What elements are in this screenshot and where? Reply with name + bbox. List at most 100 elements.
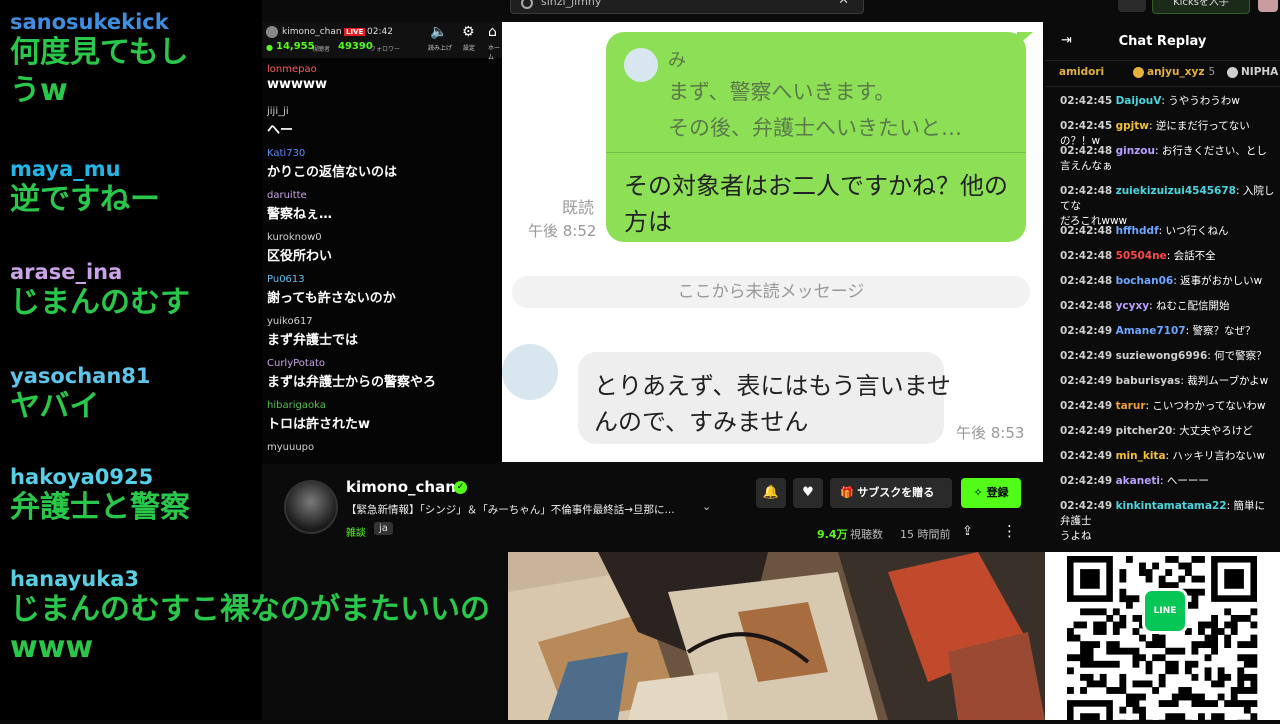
qr-module — [1087, 654, 1094, 661]
chat-replay-message: 02:42:49 akaneti: へーーー — [1060, 474, 1275, 489]
qr-module — [1093, 622, 1100, 629]
chat-replay-message: 02:42:49 kinkintamatama22: 簡単に弁護士うよね — [1060, 499, 1275, 544]
chat-replay-username[interactable]: 50504ne — [1116, 250, 1167, 262]
gift-subscription-button[interactable]: 🎁 サブスクを贈る — [830, 478, 952, 508]
kicks-button[interactable]: Kicksを入手 — [1152, 0, 1250, 14]
chat-replay-panel: ⇥ Chat Replay amidorianjyu_xyz5NIPHA 02:… — [1045, 22, 1280, 552]
qr-module — [1087, 680, 1094, 687]
search-bar[interactable]: sinzi_jimny ✕ — [510, 0, 864, 14]
chat-replay-username[interactable]: zuiekizuizui4545678 — [1116, 185, 1236, 197]
top-gifter[interactable]: amidori — [1059, 66, 1104, 78]
embedded-chat-text: まずは弁護士からの警察やろ — [267, 371, 436, 390]
qr-module — [1224, 674, 1231, 681]
chat-replay-text: いつ行くねん — [1166, 225, 1229, 237]
qr-module — [1126, 700, 1133, 707]
qr-module — [1211, 635, 1218, 642]
chat-replay-message: 02:42:48 50504ne: 会話不全 — [1060, 249, 1275, 264]
embedded-chat-message: myuuupo — [267, 442, 314, 455]
expand-title-icon[interactable]: ⌄ — [702, 500, 711, 513]
channel-name[interactable]: kimono_chan — [346, 478, 456, 496]
qr-module — [1119, 622, 1126, 629]
qr-module — [1224, 700, 1231, 707]
qr-module — [1211, 713, 1218, 720]
embedded-chat-username: kuroknow0 — [267, 232, 332, 243]
embedded-chat-username: CurlyPotato — [267, 358, 436, 369]
chat-replay-title: Chat Replay — [1045, 34, 1280, 49]
speaker-icon[interactable]: 🔈 — [430, 24, 447, 40]
qr-module — [1165, 713, 1172, 720]
top-gifter[interactable]: anjyu_xyz5 — [1133, 66, 1215, 78]
chat-replay-text: 何で警察？ — [1214, 350, 1267, 362]
overlay-chat-username: maya_mu — [10, 157, 160, 181]
like-button[interactable]: ♥ — [793, 478, 823, 508]
chat-replay-username[interactable]: suziewong6996 — [1116, 350, 1208, 362]
qr-module — [1139, 654, 1146, 661]
qr-module — [1250, 680, 1257, 687]
chat-replay-username[interactable]: bochan06 — [1116, 275, 1174, 287]
qr-module — [1113, 608, 1120, 615]
line-logo-text: LINE — [1154, 606, 1177, 616]
chat-replay-timestamp: 02:42:49 — [1060, 475, 1112, 487]
share-icon[interactable]: ⇪ — [962, 524, 973, 539]
chat-replay-username[interactable]: ginzou — [1116, 145, 1155, 157]
clear-icon[interactable]: ✕ — [838, 0, 849, 8]
home-icon[interactable]: ⌂ — [488, 24, 497, 40]
overlay-chat-username: hanayuka3 — [10, 567, 490, 591]
qr-module — [1211, 641, 1218, 648]
search-input[interactable]: sinzi_jimny — [541, 0, 601, 8]
line-logo-badge: LINE — [1142, 588, 1188, 634]
qr-module — [1237, 654, 1244, 661]
chat-replay-text: 会話不全 — [1174, 250, 1216, 262]
gifter-badge-icon — [1133, 67, 1144, 78]
gifters-divider — [1045, 86, 1280, 87]
chat-replay-username[interactable]: DaijouV — [1116, 95, 1162, 107]
chat-replay-username[interactable]: hffhddf — [1116, 225, 1159, 237]
qr-module — [1093, 661, 1100, 668]
menu-button[interactable] — [1118, 0, 1146, 12]
language-tag[interactable]: ja — [374, 522, 393, 535]
qr-module — [1244, 707, 1251, 714]
embedded-chat-username: lonmepao — [267, 64, 327, 75]
chat-replay-timestamp: 02:42:48 — [1060, 275, 1112, 287]
chat-replay-username[interactable]: gpjtw — [1116, 120, 1149, 132]
qr-module — [1087, 641, 1094, 648]
chat-replay-message: 02:42:49 Amane7107: 警察？なぜ？ — [1060, 324, 1275, 339]
embedded-chat-username: hibarigaoka — [267, 400, 370, 411]
notification-button[interactable]: 🔔 — [756, 478, 786, 508]
embedded-stream-chat: kimono_chan LIVE 02:42 ● 14,955 視聴者 4939… — [262, 22, 502, 464]
chat-replay-username[interactable]: baburisyas — [1116, 375, 1181, 387]
qr-module — [1080, 661, 1087, 668]
gear-icon[interactable]: ⚙ — [462, 24, 475, 40]
sender-avatar — [502, 344, 558, 400]
chat-replay-username[interactable]: kinkintamatama22 — [1116, 500, 1227, 512]
overlay-chat-username: yasochan81 — [10, 364, 151, 388]
follow-button[interactable]: ✧ 登録 — [961, 478, 1021, 508]
category-tag[interactable]: 雑談 — [346, 524, 366, 539]
qr-module — [1139, 694, 1146, 701]
chat-replay-username[interactable]: tarur — [1116, 400, 1146, 412]
chat-replay-username[interactable]: Amane7107 — [1116, 325, 1186, 337]
chat-replay-timestamp: 02:42:48 — [1060, 145, 1112, 157]
gifter-name: NIPHA — [1241, 66, 1278, 78]
chat-replay-username[interactable]: pitcher20 — [1116, 425, 1173, 437]
chat-replay-username[interactable]: ycyxy — [1116, 300, 1150, 312]
chat-replay-username[interactable]: akaneti — [1116, 475, 1160, 487]
qr-module — [1205, 700, 1212, 707]
views-count: 9.4万 — [817, 526, 848, 542]
incoming-bubble: とりあえず、表にはもう言いませ んので、すみません — [578, 352, 944, 444]
qr-module — [1250, 713, 1257, 720]
chat-replay-username[interactable]: min_kita — [1116, 450, 1166, 462]
painting-image — [508, 552, 1045, 720]
channel-avatar[interactable] — [284, 480, 338, 534]
qr-module — [1165, 700, 1172, 707]
qr-module — [1198, 628, 1205, 635]
top-gifter[interactable]: NIPHA — [1227, 66, 1278, 78]
avatar[interactable] — [1258, 0, 1278, 12]
qr-module — [1218, 667, 1225, 674]
bell-icon: 🔔 — [763, 485, 779, 500]
more-options-icon[interactable]: ⋮ — [1002, 522, 1017, 540]
qr-module — [1113, 641, 1120, 648]
viewer-icon: ● — [266, 43, 273, 52]
embedded-chat-text: かりこの返信ないのは — [267, 161, 397, 180]
chat-replay-text: 裁判ムーブかよw — [1187, 375, 1268, 387]
